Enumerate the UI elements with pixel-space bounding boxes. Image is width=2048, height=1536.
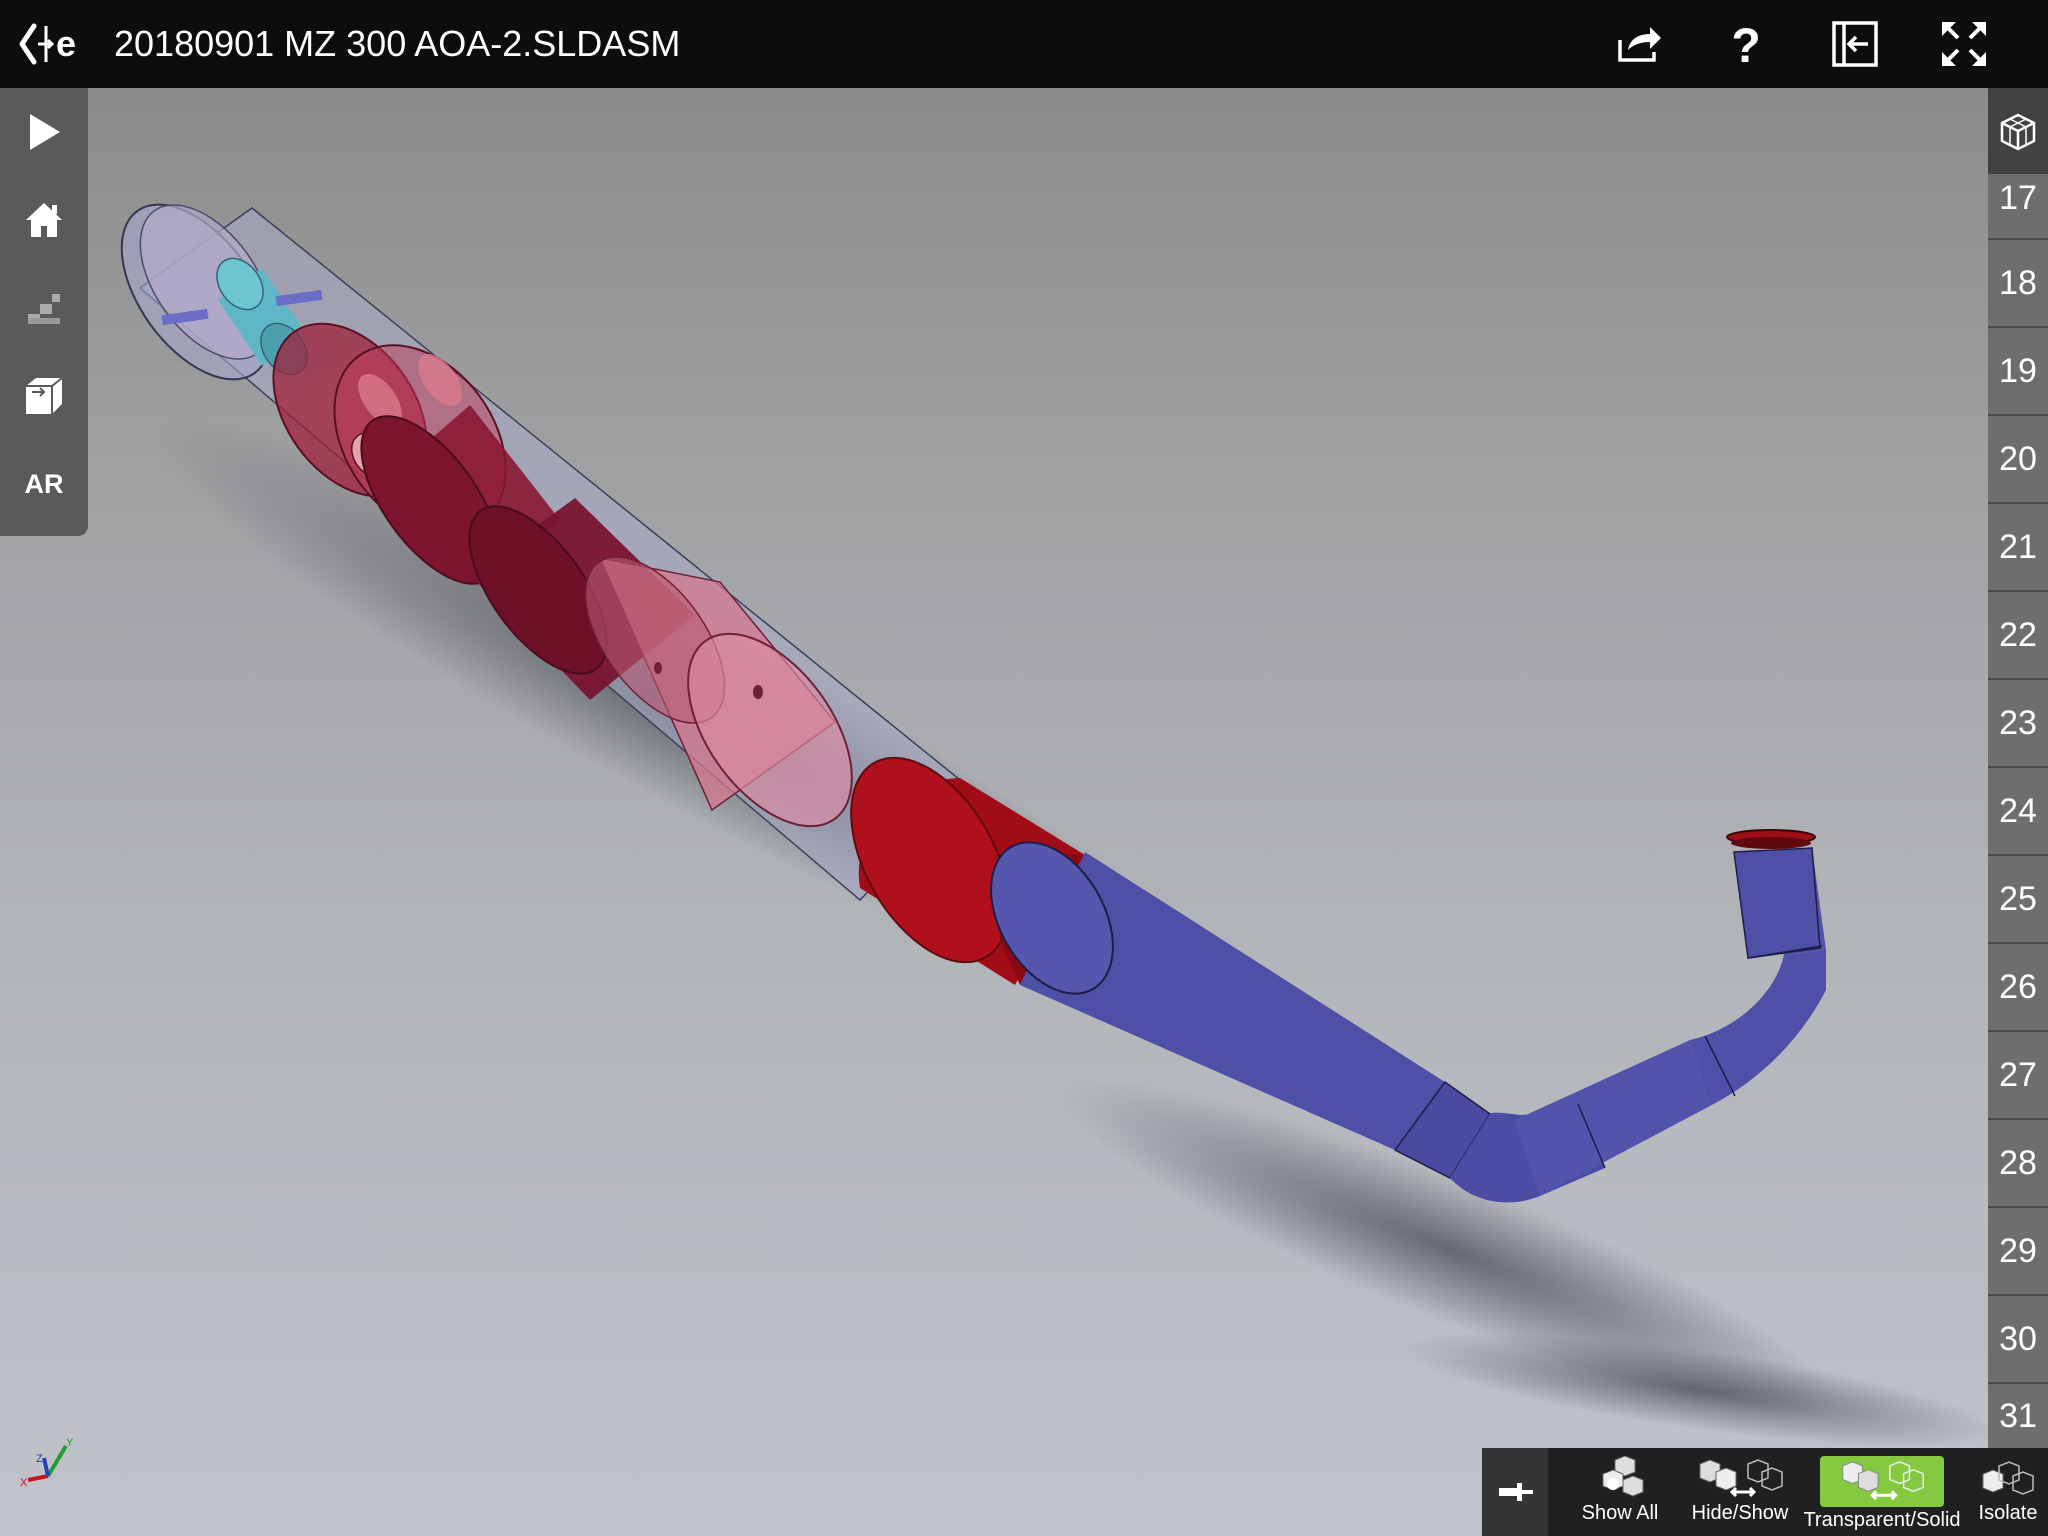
show-all-label: Show All — [1581, 1502, 1659, 1524]
transparent-solid-button[interactable]: Transparent/Solid — [1802, 1456, 1962, 1532]
axis-triad-icon: Y X Z — [20, 1437, 74, 1488]
isolate-icon — [1982, 1461, 2034, 1495]
hide-show-label: Hide/Show — [1691, 1502, 1789, 1524]
model-viewport[interactable]: Y X Z — [0, 88, 2048, 1536]
left-toolbar: AR — [0, 88, 88, 536]
page-number[interactable]: 20 — [1988, 416, 2048, 504]
page-number[interactable]: 31 — [1988, 1384, 2048, 1448]
section-button[interactable] — [0, 352, 88, 440]
collapse-panel-icon[interactable] — [1830, 18, 1882, 70]
show-all-button[interactable]: Show All — [1566, 1456, 1674, 1532]
page-number[interactable]: 29 — [1988, 1208, 2048, 1296]
ar-button[interactable]: AR — [0, 440, 88, 528]
isolate-button[interactable]: Isolate — [1972, 1456, 2044, 1532]
top-bar: e 20180901 MZ 300 AOA-2.SLDASM ? — [0, 0, 2048, 88]
share-icon[interactable] — [1614, 18, 1666, 70]
page-number[interactable]: 21 — [1988, 504, 2048, 592]
configurations-cube-icon — [2000, 113, 2036, 151]
bottom-toolbar: Show All Hide/Show Transparent/Solid Iso… — [1482, 1448, 2048, 1536]
help-icon[interactable]: ? — [1720, 18, 1772, 70]
pin-toolbar-button[interactable] — [1482, 1448, 1548, 1536]
cube-section-icon — [26, 377, 63, 414]
fullscreen-icon[interactable] — [1938, 18, 1990, 70]
axis-y-label: Y — [66, 1437, 74, 1449]
page-number[interactable]: 18 — [1988, 240, 2048, 328]
page-number[interactable]: 26 — [1988, 944, 2048, 1032]
ar-icon: AR — [24, 468, 64, 499]
exhaust-assembly-model[interactable] — [0, 88, 2048, 1536]
transparent-solid-icon — [1820, 1456, 1944, 1507]
play-icon — [30, 114, 60, 150]
page-number[interactable]: 28 — [1988, 1120, 2048, 1208]
svg-text:e: e — [56, 23, 76, 64]
page-number[interactable]: 27 — [1988, 1032, 2048, 1120]
home-icon — [26, 203, 62, 237]
page-number[interactable]: 17 — [1988, 158, 2048, 240]
home-button[interactable] — [0, 176, 88, 264]
document-title: 20180901 MZ 300 AOA-2.SLDASM — [114, 23, 681, 64]
svg-text:?: ? — [1731, 20, 1760, 70]
transparent-solid-label: Transparent/Solid — [1803, 1509, 1961, 1531]
page-number[interactable]: 23 — [1988, 680, 2048, 768]
axis-x-label: X — [20, 1477, 28, 1488]
show-all-icon — [1602, 1456, 1644, 1497]
isolate-label: Isolate — [1978, 1502, 2038, 1524]
hide-show-icon — [1699, 1459, 1783, 1498]
page-number[interactable]: 30 — [1988, 1296, 2048, 1384]
pin-icon — [1499, 1483, 1533, 1501]
axis-z-label: Z — [36, 1453, 43, 1465]
steps-button[interactable] — [0, 264, 88, 352]
hide-show-button[interactable]: Hide/Show — [1682, 1456, 1798, 1532]
page-number[interactable]: 19 — [1988, 328, 2048, 416]
page-number[interactable]: 24 — [1988, 768, 2048, 856]
page-number[interactable]: 25 — [1988, 856, 2048, 944]
back-edrawings-logo-icon[interactable]: e — [16, 16, 96, 72]
stairs-icon — [28, 294, 60, 324]
play-button[interactable] — [0, 88, 88, 176]
page-number[interactable]: 22 — [1988, 592, 2048, 680]
